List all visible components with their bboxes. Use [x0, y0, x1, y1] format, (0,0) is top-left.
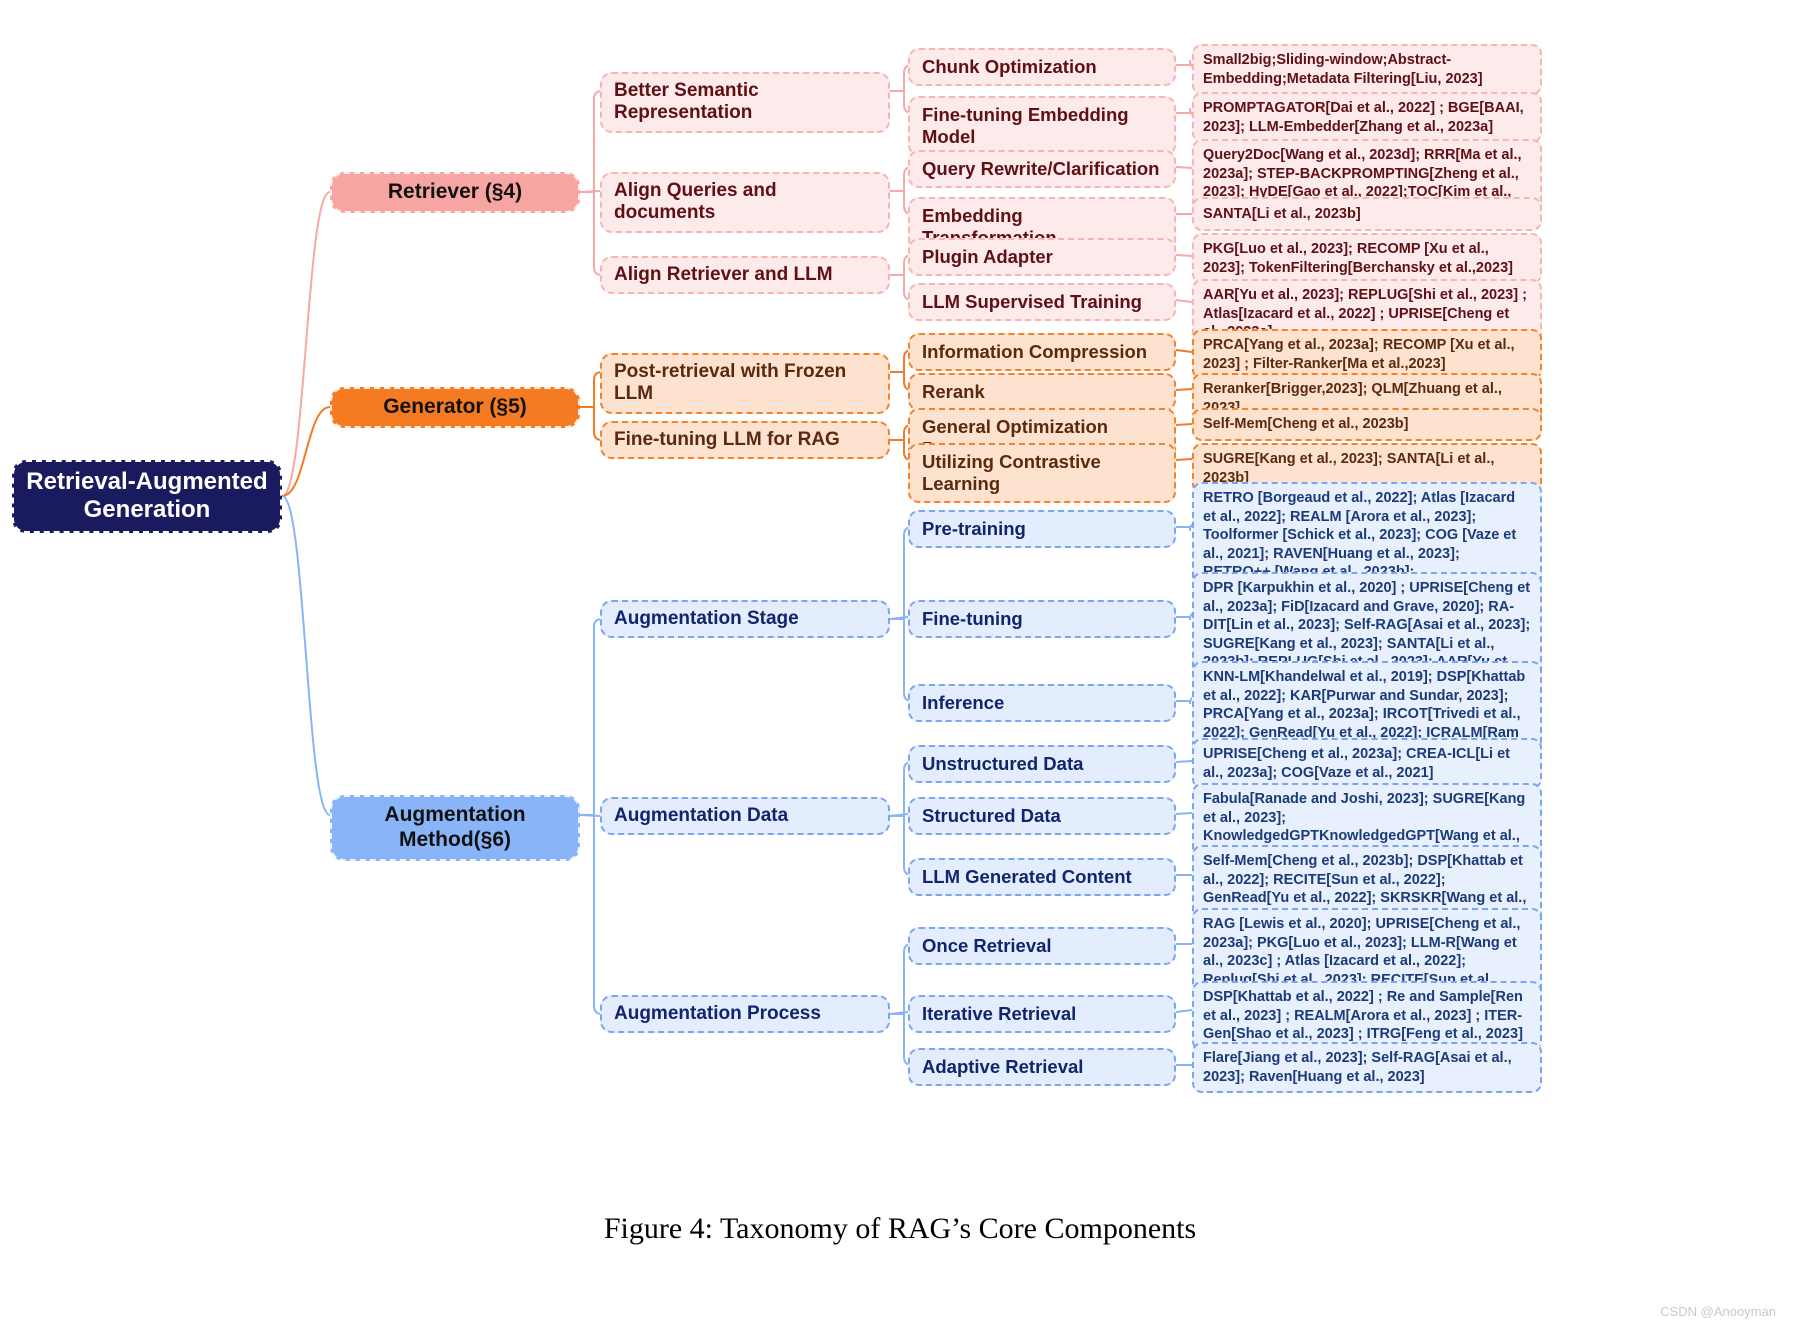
taxonomy-figure: Retrieval-Augmented Generation Retriever …: [0, 0, 1800, 1342]
group-node[interactable]: Augmentation Stage: [600, 600, 890, 639]
leaf-node[interactable]: Inference: [908, 684, 1176, 722]
branch-node-augmentation[interactable]: Augmentation Method(§6): [330, 795, 580, 861]
reference-box: UPRISE[Cheng et al., 2023a]; CREA-ICL[Li…: [1192, 738, 1542, 790]
leaf-node[interactable]: LLM Generated Content: [908, 858, 1176, 896]
leaf-node[interactable]: Fine-tuning: [908, 600, 1176, 638]
leaf-node[interactable]: Fine-tuning Embedding Model: [908, 96, 1176, 156]
leaf-node[interactable]: Unstructured Data: [908, 745, 1176, 783]
reference-box: SANTA[Li et al., 2023b]: [1192, 197, 1542, 231]
group-node[interactable]: Post-retrieval with Frozen LLM: [600, 353, 890, 414]
leaf-node[interactable]: Query Rewrite/Clarification: [908, 150, 1176, 188]
reference-box: DSP[Khattab et al., 2022] ; Re and Sampl…: [1192, 981, 1542, 1051]
leaf-node[interactable]: Rerank: [908, 373, 1176, 411]
leaf-node[interactable]: Adaptive Retrieval: [908, 1048, 1176, 1086]
root-node: Retrieval-Augmented Generation: [12, 460, 282, 533]
leaf-node[interactable]: Structured Data: [908, 797, 1176, 835]
group-node[interactable]: Augmentation Process: [600, 995, 890, 1034]
leaf-node[interactable]: Pre-training: [908, 510, 1176, 548]
group-node[interactable]: Align Queries and documents: [600, 172, 890, 233]
group-node[interactable]: Augmentation Data: [600, 797, 890, 836]
leaf-node[interactable]: Utilizing Contrastive Learning: [908, 443, 1176, 503]
leaf-node[interactable]: LLM Supervised Training: [908, 283, 1176, 321]
reference-box: PROMPTAGATOR[Dai et al., 2022] ; BGE[BAA…: [1192, 92, 1542, 144]
reference-box: Flare[Jiang et al., 2023]; Self-RAG[Asai…: [1192, 1042, 1542, 1094]
branch-node-generator[interactable]: Generator (§5): [330, 387, 580, 428]
group-node[interactable]: Fine-tuning LLM for RAG: [600, 421, 890, 460]
leaf-node[interactable]: Plugin Adapter: [908, 238, 1176, 276]
reference-box: Small2big;Sliding-window;Abstract-Embedd…: [1192, 44, 1542, 96]
leaf-node[interactable]: Chunk Optimization: [908, 48, 1176, 86]
figure-caption: Figure 4: Taxonomy of RAG’s Core Compone…: [603, 1212, 1197, 1245]
group-node[interactable]: Align Retriever and LLM: [600, 256, 890, 295]
watermark: CSDN @Anooyman: [1660, 1304, 1776, 1319]
leaf-node[interactable]: Iterative Retrieval: [908, 995, 1176, 1033]
branch-node-retriever[interactable]: Retriever (§4): [330, 172, 580, 213]
leaf-node[interactable]: Once Retrieval: [908, 927, 1176, 965]
reference-box: PKG[Luo et al., 2023]; RECOMP [Xu et al.…: [1192, 233, 1542, 285]
reference-box: Self-Mem[Cheng et al., 2023b]: [1192, 408, 1542, 441]
group-node[interactable]: Better Semantic Representation: [600, 72, 890, 133]
leaf-node[interactable]: Information Compression: [908, 333, 1176, 371]
